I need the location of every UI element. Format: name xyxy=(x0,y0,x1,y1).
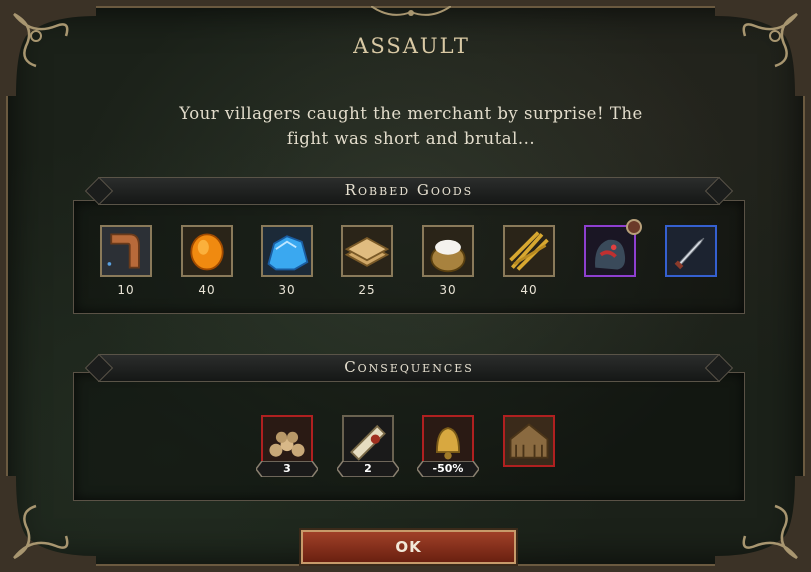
consequence-badge: 2 xyxy=(337,461,399,477)
skulls-icon xyxy=(263,417,311,465)
goods-item-wood-planks[interactable] xyxy=(341,225,393,277)
goods-count: 10 xyxy=(117,283,135,297)
goods-item-flour-sack[interactable] xyxy=(422,225,474,277)
bell-icon xyxy=(424,417,472,465)
consequence-badge: 3 xyxy=(256,461,318,477)
robbed-goods-header: Robbed Goods xyxy=(84,176,734,206)
ok-button[interactable]: OK xyxy=(301,530,516,564)
goods-item-blue-crystal[interactable] xyxy=(261,225,313,277)
consequence-item-scroll[interactable] xyxy=(342,415,394,467)
goods-item-wheat[interactable] xyxy=(503,225,555,277)
goods-item-amber-coin[interactable] xyxy=(181,225,233,277)
scroll-icon xyxy=(344,417,392,465)
goods-count: 25 xyxy=(358,283,376,297)
consequences-panel xyxy=(73,372,745,501)
consequence-item-ruined-house[interactable] xyxy=(503,415,555,467)
section-title: Robbed Goods xyxy=(344,181,474,199)
dagger-icon xyxy=(667,227,715,275)
consequence-item-skulls[interactable] xyxy=(261,415,313,467)
robbed-goods-panel xyxy=(73,200,745,314)
goods-item-pipe[interactable] xyxy=(100,225,152,277)
pipe-icon xyxy=(102,227,150,275)
goods-count: 40 xyxy=(520,283,538,297)
amber-coin-icon xyxy=(183,227,231,275)
description-line: Your villagers caught the merchant by su… xyxy=(179,104,643,123)
consequences-header: Consequences xyxy=(84,353,734,383)
goods-count: 30 xyxy=(278,283,296,297)
assault-dialog: ASSAULT Your villagers caught the mercha… xyxy=(0,0,811,572)
goods-item-dagger[interactable] xyxy=(665,225,717,277)
epic-marker-icon xyxy=(626,219,642,235)
wood-planks-icon xyxy=(343,227,391,275)
flour-sack-icon xyxy=(424,227,472,275)
creature-icon xyxy=(586,227,634,275)
top-ornament xyxy=(371,6,451,16)
goods-count: 40 xyxy=(198,283,216,297)
section-title: Consequences xyxy=(344,358,474,376)
wheat-bundle-icon xyxy=(505,227,553,275)
dialog-title: ASSAULT xyxy=(353,34,470,58)
blue-crystal-icon xyxy=(263,227,311,275)
ruined-house-icon xyxy=(505,417,553,465)
description-line: fight was short and brutal... xyxy=(286,129,536,148)
consequence-item-bell[interactable] xyxy=(422,415,474,467)
event-description: Your villagers caught the merchant by su… xyxy=(146,101,676,151)
consequence-badge: -50% xyxy=(417,461,479,477)
goods-count: 30 xyxy=(439,283,457,297)
